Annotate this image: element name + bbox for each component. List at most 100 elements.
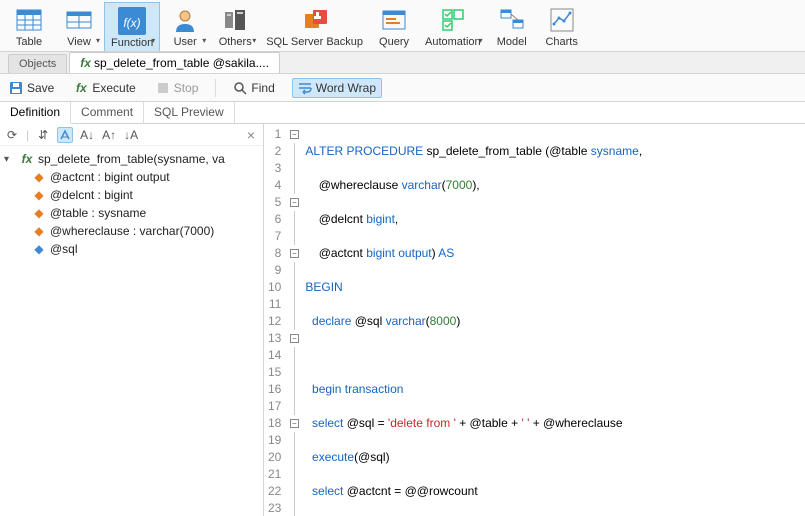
tree-item-label: @whereclause : varchar(7000) xyxy=(50,224,214,238)
var-icon: ◆ xyxy=(32,242,46,256)
tab-active-proc[interactable]: fxsp_delete_from_table @sakila.... xyxy=(69,52,280,73)
fx-icon: fx xyxy=(20,152,34,166)
editor-sub-tabs: Definition Comment SQL Preview xyxy=(0,102,805,124)
stop-label: Stop xyxy=(174,81,199,95)
user-icon xyxy=(169,4,201,36)
ribbon-charts[interactable]: Charts xyxy=(537,2,587,51)
execute-button[interactable]: fx Execute xyxy=(71,79,138,97)
action-bar: Save fx Execute Stop Find Word Wrap xyxy=(0,74,805,102)
caret-icon: ▾ xyxy=(151,36,155,45)
function-icon: f(x) xyxy=(116,5,148,37)
document-tabs: Objects fxsp_delete_from_table @sakila..… xyxy=(0,52,805,74)
tab-active-label: sp_delete_from_table @sakila.... xyxy=(94,56,269,70)
charts-icon xyxy=(546,4,578,36)
line-gutter: 123456789101112131415161718192021222324 xyxy=(264,124,287,516)
ribbon-query[interactable]: Query xyxy=(369,2,419,51)
sort-az-icon[interactable]: ↓A xyxy=(123,127,139,143)
tree-root-label: sp_delete_from_table(sysname, va xyxy=(38,152,225,166)
tree-item[interactable]: ◆ @delcnt : bigint xyxy=(32,186,259,204)
execute-label: Execute xyxy=(92,81,135,95)
side-toolbar: ⟳ | ⇵ A↓ A↑ ↓A × xyxy=(0,124,263,146)
model-icon xyxy=(496,4,528,36)
ribbon-user[interactable]: User ▾ xyxy=(160,2,210,51)
tree-toggle-icon[interactable]: ⇵ xyxy=(35,127,51,143)
backup-icon xyxy=(299,4,331,36)
sort-desc-icon[interactable]: A↑ xyxy=(101,127,117,143)
ribbon-query-label: Query xyxy=(379,36,409,48)
tree-item[interactable]: ◆ @whereclause : varchar(7000) xyxy=(32,222,259,240)
ribbon-view-label: View xyxy=(67,36,91,48)
tree-item[interactable]: ◆ @sql xyxy=(32,240,259,258)
tree-item[interactable]: ◆ @table : sysname xyxy=(32,204,259,222)
fold-toggle[interactable]: − xyxy=(290,334,299,343)
param-icon: ◆ xyxy=(32,188,46,202)
query-icon xyxy=(378,4,410,36)
ribbon-user-label: User xyxy=(174,36,197,48)
view-icon xyxy=(63,4,95,36)
find-label: Find xyxy=(251,81,274,95)
tree-item-label: @actcnt : bigint output xyxy=(50,170,170,184)
ribbon-others[interactable]: Others ▾ xyxy=(210,2,260,51)
close-panel-icon[interactable]: × xyxy=(247,127,259,143)
save-button[interactable]: Save xyxy=(6,79,57,97)
sort-asc-icon[interactable]: A↓ xyxy=(79,127,95,143)
side-panel: ⟳ | ⇵ A↓ A↑ ↓A × ▾ fx sp_delete_from_tab… xyxy=(0,124,264,516)
ribbon-table[interactable]: Table xyxy=(4,2,54,51)
stop-icon xyxy=(156,81,170,95)
table-icon xyxy=(13,4,45,36)
ribbon-table-label: Table xyxy=(16,36,42,48)
fold-toggle[interactable]: − xyxy=(290,249,299,258)
ribbon-model[interactable]: Model xyxy=(487,2,537,51)
highlight-icon[interactable] xyxy=(57,127,73,143)
tree-item-label: @table : sysname xyxy=(50,206,146,220)
code-editor[interactable]: 123456789101112131415161718192021222324 … xyxy=(264,124,805,516)
fx-icon: fx xyxy=(80,56,91,70)
find-icon xyxy=(233,81,247,95)
param-icon: ◆ xyxy=(32,224,46,238)
caret-icon: ▾ xyxy=(96,36,100,45)
refresh-icon[interactable]: ⟳ xyxy=(4,127,20,143)
main-split: ⟳ | ⇵ A↓ A↑ ↓A × ▾ fx sp_delete_from_tab… xyxy=(0,124,805,516)
word-wrap-label: Word Wrap xyxy=(316,81,376,95)
caret-icon: ▾ xyxy=(252,36,256,45)
fold-toggle[interactable]: − xyxy=(290,130,299,139)
tree-item-label: @sql xyxy=(50,242,78,256)
object-tree: ▾ fx sp_delete_from_table(sysname, va ◆ @… xyxy=(0,146,263,262)
word-wrap-icon xyxy=(298,81,312,95)
ribbon-automation[interactable]: Automation ▾ xyxy=(419,2,487,51)
save-label: Save xyxy=(27,81,54,95)
save-icon xyxy=(9,81,23,95)
ribbon-toolbar: Table View ▾ f(x) Function ▾ User ▾ Othe… xyxy=(0,0,805,52)
code-area[interactable]: ALTER PROCEDURE sp_delete_from_table (@t… xyxy=(301,124,683,516)
fold-gutter: − − − − − xyxy=(287,124,301,516)
others-icon xyxy=(219,4,251,36)
fold-toggle[interactable]: − xyxy=(290,198,299,207)
stop-button: Stop xyxy=(153,79,202,97)
ribbon-others-label: Others xyxy=(219,36,252,48)
ribbon-function-label: Function xyxy=(111,37,153,49)
fold-toggle[interactable]: − xyxy=(290,419,299,428)
tree-root[interactable]: ▾ fx sp_delete_from_table(sysname, va xyxy=(4,150,259,168)
ribbon-automation-label: Automation xyxy=(425,36,481,48)
param-icon: ◆ xyxy=(32,170,46,184)
tree-item-label: @delcnt : bigint xyxy=(50,188,133,202)
chevron-down-icon[interactable]: ▾ xyxy=(4,154,16,165)
tab-comment[interactable]: Comment xyxy=(71,102,144,123)
execute-icon: fx xyxy=(74,81,88,95)
ribbon-model-label: Model xyxy=(497,36,527,48)
ribbon-function[interactable]: f(x) Function ▾ xyxy=(104,2,160,51)
automation-icon xyxy=(437,4,469,36)
word-wrap-button[interactable]: Word Wrap xyxy=(292,78,382,98)
ribbon-backup-label: SQL Server Backup xyxy=(266,36,363,48)
tree-item[interactable]: ◆ @actcnt : bigint output xyxy=(32,168,259,186)
ribbon-charts-label: Charts xyxy=(545,36,577,48)
tab-objects[interactable]: Objects xyxy=(8,54,67,73)
caret-icon: ▾ xyxy=(479,36,483,45)
tab-sql-preview[interactable]: SQL Preview xyxy=(144,102,235,123)
ribbon-backup[interactable]: SQL Server Backup xyxy=(260,2,369,51)
tab-definition[interactable]: Definition xyxy=(0,102,71,124)
ribbon-view[interactable]: View ▾ xyxy=(54,2,104,51)
caret-icon: ▾ xyxy=(202,36,206,45)
param-icon: ◆ xyxy=(32,206,46,220)
find-button[interactable]: Find xyxy=(230,79,277,97)
